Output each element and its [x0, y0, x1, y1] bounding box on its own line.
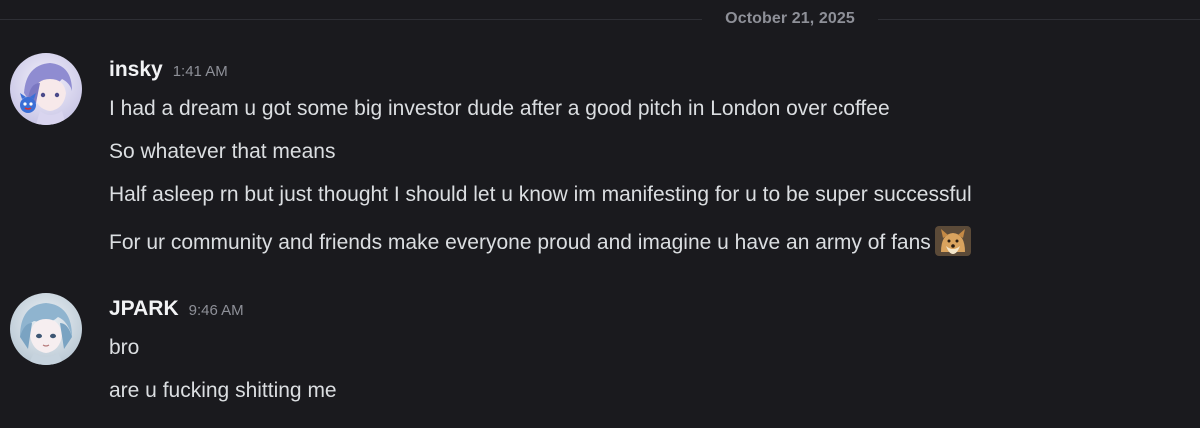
avatar-insky[interactable]	[10, 53, 82, 125]
doge-emoji-icon[interactable]	[934, 226, 971, 256]
message-line-with-emoji: For ur community and friends make everyo…	[109, 226, 971, 256]
message-line: Half asleep rn but just thought I should…	[109, 183, 972, 206]
avatar-jpark[interactable]	[10, 293, 82, 365]
message-line-text: For ur community and friends make everyo…	[109, 231, 931, 254]
message-line: are u fucking shitting me	[109, 379, 337, 402]
divider-line-right	[878, 19, 1200, 20]
divider-line-left	[0, 19, 702, 20]
username[interactable]: insky	[109, 58, 163, 81]
date-divider: October 21, 2025	[0, 8, 1200, 30]
message-header: JPARK 9:46 AM	[109, 297, 244, 327]
message-line: So whatever that means	[109, 140, 336, 163]
avatar-jpark-image	[10, 293, 82, 365]
timestamp[interactable]: 9:46 AM	[189, 302, 244, 319]
message-line: I had a dream u got some big investor du…	[109, 97, 890, 120]
message-header: insky 1:41 AM	[109, 58, 228, 88]
timestamp[interactable]: 1:41 AM	[173, 63, 228, 80]
message-line: bro	[109, 336, 140, 359]
username[interactable]: JPARK	[109, 297, 179, 320]
date-divider-label: October 21, 2025	[725, 10, 855, 27]
avatar-insky-image	[10, 53, 82, 125]
